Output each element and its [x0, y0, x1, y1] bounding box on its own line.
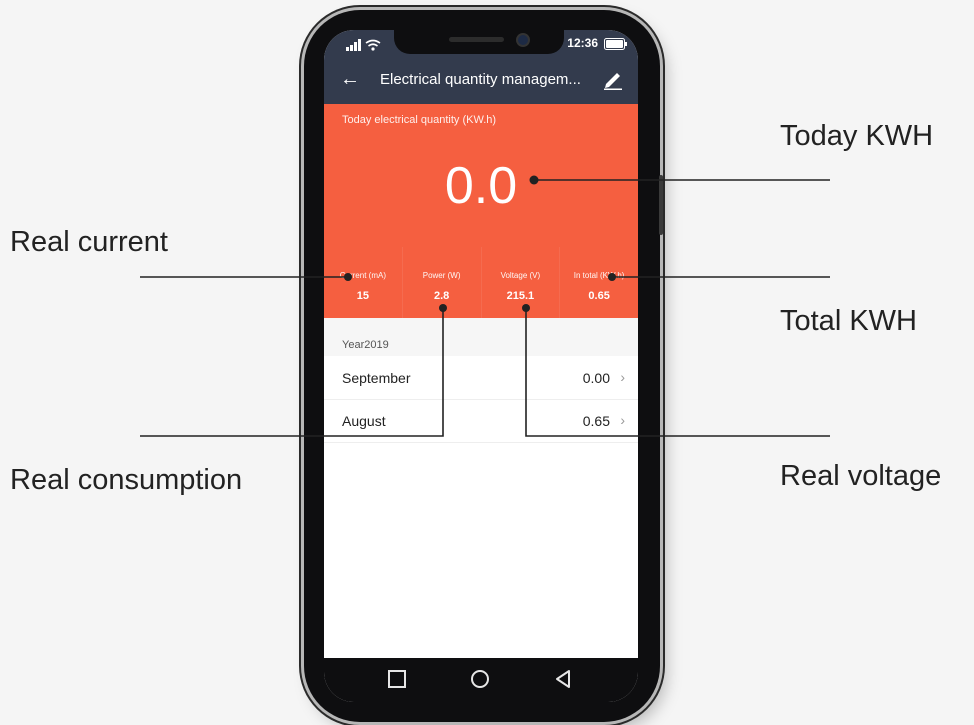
stat-current: Current (mA) 15 [324, 247, 402, 318]
list-item-august[interactable]: August 0.65 › [324, 400, 638, 443]
system-nav-bar [324, 658, 638, 702]
today-energy-label: Today electrical quantity (KW.h) [342, 114, 497, 126]
month-value: 0.65 [582, 413, 610, 429]
year-label: Year2019 [342, 339, 389, 351]
callout-real-consumption: Real consumption [10, 464, 243, 496]
month-name: August [342, 413, 386, 429]
battery-icon [604, 38, 627, 50]
callout-today-kwh: Today KWH [780, 120, 934, 152]
speaker-grille [449, 37, 504, 42]
app-bar: ← Electrical quantity managem... [324, 60, 638, 104]
stat-value: 15 [356, 290, 369, 302]
callout-real-voltage: Real voltage [780, 460, 942, 492]
wifi-icon [365, 39, 381, 51]
camera-notch [394, 30, 564, 54]
nav-square-icon[interactable] [386, 668, 408, 690]
stat-label: Voltage (V) [500, 271, 541, 280]
year-section-header: Year2019 [324, 318, 638, 356]
stat-value: 2.8 [433, 290, 450, 302]
month-value: 0.00 [582, 370, 610, 386]
nav-back-triangle-icon[interactable] [552, 668, 574, 690]
list-item-september[interactable]: September 0.00 › [324, 357, 638, 400]
today-energy-panel: Today electrical quantity (KW.h) 0.0 Cur… [324, 104, 638, 318]
edit-icon[interactable] [602, 68, 624, 90]
stat-value: 0.65 [588, 290, 610, 302]
stat-total: In total (KW.h) 0.65 [559, 247, 638, 318]
stat-label: Current (mA) [339, 271, 386, 280]
callout-total-kwh: Total KWH [780, 305, 917, 337]
chevron-right-icon: › [620, 369, 625, 385]
stat-value: 215.1 [506, 290, 535, 302]
phone-side-button [659, 175, 663, 235]
chevron-right-icon: › [620, 412, 625, 428]
stat-power: Power (W) 2.8 [401, 247, 481, 318]
today-energy-value: 0.0 [444, 157, 518, 215]
live-stats: Current (mA) 15 Power (W) 2.8 Voltage (V… [324, 247, 638, 318]
stat-label: In total (KW.h) [573, 271, 625, 280]
status-time: 12:36 [567, 36, 598, 50]
signal-icon [346, 39, 381, 51]
stat-label: Power (W) [422, 271, 461, 280]
phone-screen: 12:36 ← Electrical quantity managem... T… [324, 30, 638, 702]
callout-real-current: Real current [10, 226, 168, 258]
nav-circle-icon[interactable] [469, 668, 491, 690]
back-arrow-icon[interactable]: ← [340, 69, 360, 89]
page-title: Electrical quantity managem... [380, 71, 581, 88]
month-name: September [342, 370, 411, 386]
stat-voltage: Voltage (V) 215.1 [480, 247, 560, 318]
front-camera [518, 35, 528, 45]
